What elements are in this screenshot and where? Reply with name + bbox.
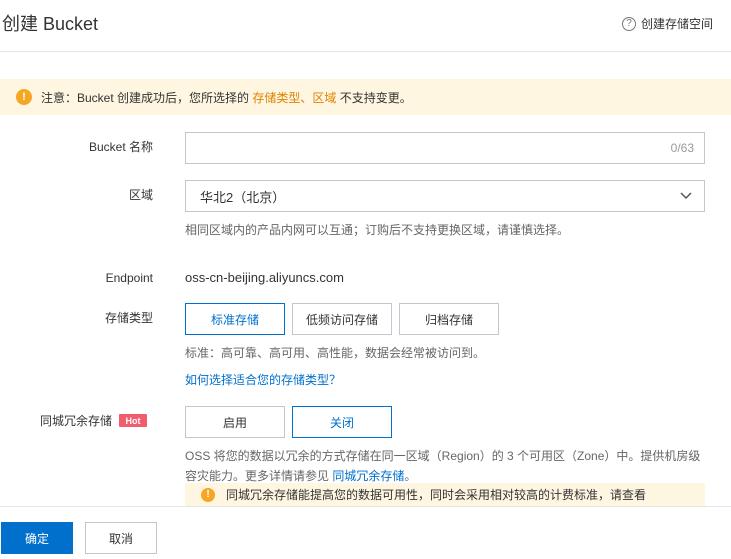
zone-redundancy-disable-button[interactable]: 关闭	[292, 406, 392, 438]
zone-redundancy-notice: ! 同城冗余存储能提高您的数据可用性，同时会采用相对较高的计费标准，请查看	[185, 483, 705, 506]
region-label: 区域	[128, 188, 153, 202]
notice-highlight: 存储类型、区域	[252, 90, 337, 105]
endpoint-value: oss-cn-beijing.aliyuncs.com	[185, 270, 344, 285]
zone-redundancy-desc-line1: OSS 将您的数据以冗余的方式存储在同一区域（Region）的 3 个可用区（Z…	[185, 449, 701, 463]
desc-line2-suffix: 。	[404, 469, 417, 483]
storage-class-standard-button[interactable]: 标准存储	[185, 303, 285, 335]
hot-badge: Hot	[119, 414, 147, 427]
chevron-down-icon	[680, 192, 692, 200]
page-header: 创建 Bucket ? 创建存储空间	[0, 0, 731, 52]
storage-class-help-link[interactable]: 如何选择适合您的存储类型？	[185, 372, 341, 388]
bucket-name-input[interactable]: 0/63	[185, 132, 705, 164]
notice-suffix: 不支持变更。	[336, 90, 412, 105]
zone-redundancy-description: OSS 将您的数据以冗余的方式存储在同一区域（Region）的 3 个可用区（Z…	[185, 446, 715, 486]
notice-prefix: 注意：Bucket 创建成功后，您所选择的	[41, 90, 253, 105]
warning-icon: !	[16, 89, 32, 105]
region-selected-value: 华北2（北京）	[200, 189, 286, 205]
endpoint-label: Endpoint	[105, 271, 153, 285]
cancel-button[interactable]: 取消	[85, 522, 157, 554]
storage-class-ia-button[interactable]: 低频访问存储	[292, 303, 392, 335]
zone-redundancy-notice-text: 同城冗余存储能提高您的数据可用性，同时会采用相对较高的计费标准，请查看	[226, 488, 647, 502]
region-select[interactable]: 华北2（北京）	[185, 180, 705, 212]
create-bucket-help-link[interactable]: ? 创建存储空间	[621, 15, 713, 33]
bucket-name-counter: 0/63	[670, 141, 694, 155]
zone-redundancy-doc-link[interactable]: 同城冗余存储	[332, 469, 404, 483]
confirm-button[interactable]: 确定	[1, 522, 73, 554]
help-link-label: 创建存储空间	[640, 17, 713, 31]
change-restriction-notice: ! 注意：Bucket 创建成功后，您所选择的 存储类型、区域 不支持变更。	[0, 79, 731, 115]
help-circle-icon: ?	[621, 17, 636, 31]
warning-icon: !	[201, 487, 215, 502]
region-hint: 相同区域内的产品内网可以互通；订购后不支持更换区域，请谨慎选择。	[185, 223, 570, 237]
form-footer: 确定 取消	[0, 506, 731, 559]
zone-redundancy-label: 同城冗余存储	[39, 414, 112, 428]
bucket-name-label: Bucket 名称	[88, 140, 153, 154]
storage-class-hint: 标准：高可靠、高可用、高性能，数据会经常被访问到。	[185, 346, 486, 360]
page-title: 创建 Bucket	[2, 14, 99, 34]
storage-class-label: 存储类型	[104, 311, 153, 325]
zone-redundancy-enable-button[interactable]: 启用	[185, 406, 285, 438]
desc-line2-prefix: 容灾能力。更多详情请参见	[185, 469, 333, 483]
storage-class-archive-button[interactable]: 归档存储	[399, 303, 499, 335]
